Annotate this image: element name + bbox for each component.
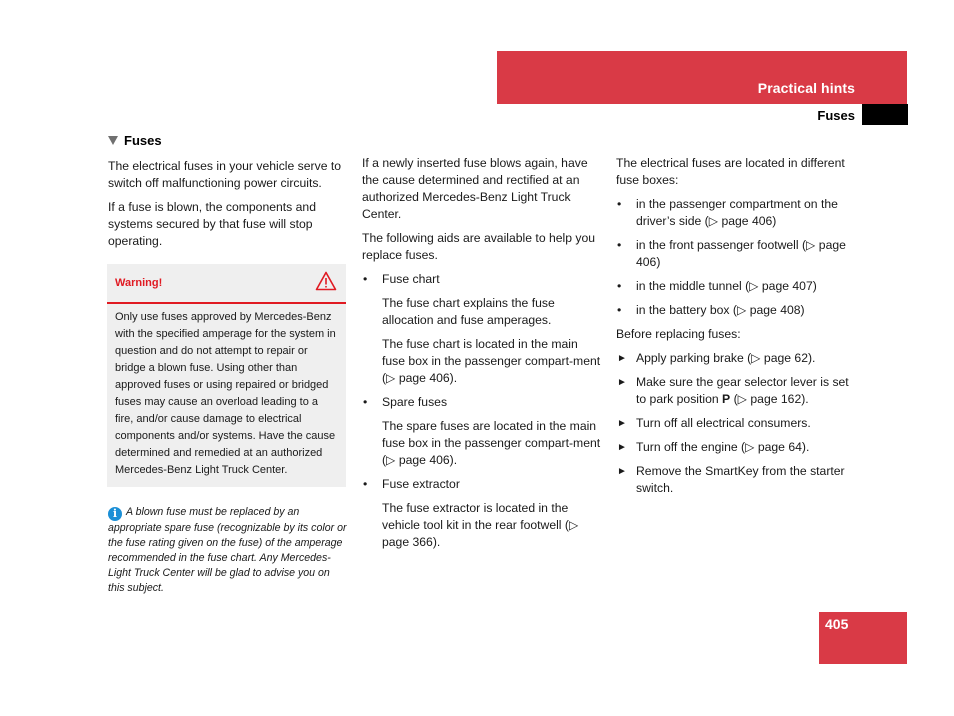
column-2: If a newly inserted fuse blows again, ha… — [362, 155, 604, 558]
list-item: • in the passenger compartment on the dri… — [616, 196, 860, 230]
column-1: Fuses The electrical fuses in your vehic… — [107, 130, 348, 596]
bullet-icon: • — [617, 303, 622, 317]
info-icon: i — [108, 507, 122, 521]
chapter-title: Practical hints — [757, 80, 855, 96]
reblow-paragraph: If a newly inserted fuse blows again, ha… — [362, 156, 588, 221]
warning-box: Warning! Only use fuses approved by Merc… — [107, 264, 346, 487]
step-text-suffix: (▷ page 162). — [730, 392, 809, 406]
warning-triangle-icon — [315, 271, 337, 296]
step-item: ► Make sure the gear selector lever is se… — [616, 374, 860, 408]
list-item: • Spare fuses The spare fuses are locate… — [362, 394, 604, 469]
locations-intro-paragraph: The electrical fuses are located in diff… — [616, 156, 845, 187]
section-heading-text: Fuses — [124, 133, 162, 148]
step-text: Turn off the engine (▷ page 64). — [636, 440, 810, 454]
intro-paragraph: The electrical fuses in your vehicle ser… — [108, 159, 342, 190]
aid-label: Fuse chart — [382, 272, 440, 286]
step-item: ► Apply parking brake (▷ page 62). — [616, 350, 860, 367]
step-text: Turn off all electrical consumers. — [636, 416, 811, 430]
location-text: in the middle tunnel (▷ page 407) — [636, 279, 817, 293]
page-number-box: 405 — [819, 612, 907, 664]
bullet-icon: • — [363, 477, 368, 491]
bullet-icon: • — [617, 279, 622, 293]
aid-description: The fuse chart is located in the main fu… — [382, 337, 601, 385]
aids-list: • Fuse chart The fuse chart explains the… — [362, 271, 604, 551]
location-text: in the battery box (▷ page 408) — [636, 303, 805, 317]
step-item: ► Remove the SmartKey from the starter sw… — [616, 463, 860, 497]
step-arrow-icon: ► — [617, 466, 627, 477]
aid-label: Fuse extractor — [382, 477, 460, 491]
step-arrow-icon: ► — [617, 353, 627, 364]
aid-label: Spare fuses — [382, 395, 448, 409]
step-item: ► Turn off the engine (▷ page 64). — [616, 439, 860, 456]
page-number: 405 — [825, 616, 849, 632]
step-item: ► Turn off all electrical consumers. — [616, 415, 860, 432]
location-text: in the passenger compartment on the driv… — [636, 197, 838, 228]
fuse-box-locations-list: • in the passenger compartment on the dri… — [616, 196, 860, 319]
warning-text: Only use fuses approved by Mercedes-Benz… — [115, 311, 336, 476]
list-item: • in the middle tunnel (▷ page 407) — [616, 278, 860, 295]
bullet-icon: • — [363, 395, 368, 409]
list-item: • in the front passenger footwell (▷ page… — [616, 237, 860, 271]
section-tab-marker — [862, 104, 908, 125]
chapter-header-band: Practical hints — [497, 51, 907, 104]
step-arrow-icon: ► — [617, 442, 627, 453]
park-position-label: P — [722, 392, 731, 406]
section-heading: Fuses — [108, 132, 348, 149]
step-text: Remove the SmartKey from the starter swi… — [636, 464, 845, 495]
location-text: in the front passenger footwell (▷ page … — [636, 238, 846, 269]
step-arrow-icon: ► — [617, 377, 627, 388]
steps-list: ► Apply parking brake (▷ page 62). ► Make … — [616, 350, 860, 497]
info-note-text: A blown fuse must be replaced by an appr… — [108, 506, 347, 594]
aid-description: The spare fuses are located in the main … — [382, 419, 601, 467]
list-item: • in the battery box (▷ page 408) — [616, 302, 860, 319]
before-replacing-label: Before replacing fuses: — [616, 327, 741, 341]
step-arrow-icon: ► — [617, 418, 627, 429]
aids-intro-paragraph: The following aids are available to help… — [362, 231, 596, 262]
warning-title: Warning! — [115, 276, 163, 289]
bullet-icon: • — [363, 272, 368, 286]
triangle-down-icon — [108, 136, 118, 145]
bullet-icon: • — [617, 238, 622, 252]
blown-fuse-paragraph: If a fuse is blown, the components and s… — [108, 200, 316, 248]
list-item: • Fuse chart The fuse chart explains the… — [362, 271, 604, 387]
column-3: The electrical fuses are located in diff… — [616, 155, 860, 504]
info-note: iA blown fuse must be replaced by an app… — [108, 505, 348, 596]
warning-header: Warning! — [107, 264, 346, 304]
aid-description: The fuse extractor is located in the veh… — [382, 501, 579, 549]
step-text: Apply parking brake (▷ page 62). — [636, 351, 816, 365]
aid-description: The fuse chart explains the fuse allocat… — [382, 296, 555, 327]
bullet-icon: • — [617, 197, 622, 211]
section-label: Fuses — [817, 108, 855, 123]
list-item: • Fuse extractor The fuse extractor is l… — [362, 476, 604, 551]
